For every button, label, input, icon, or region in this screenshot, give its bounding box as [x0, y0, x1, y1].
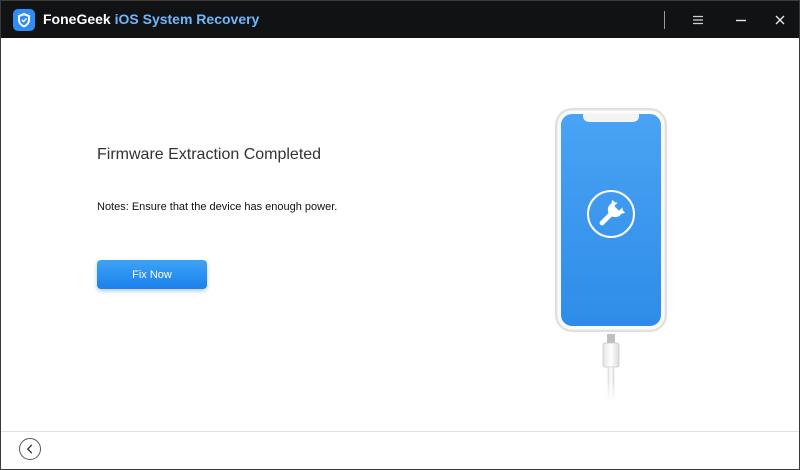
app-window: FoneGeek iOS System Recovery Firmware Ex…	[0, 0, 800, 470]
chevron-left-icon	[27, 444, 33, 454]
page-title: Firmware Extraction Completed	[97, 146, 322, 163]
app-title: FoneGeek iOS System Recovery	[43, 11, 259, 27]
title-bar: FoneGeek iOS System Recovery	[1, 1, 799, 38]
minimize-icon	[736, 19, 746, 22]
titlebar-separator	[664, 11, 665, 29]
power-notes: Notes: Ensure that the device has enough…	[97, 201, 338, 213]
footer-bar	[1, 431, 799, 469]
close-icon	[775, 15, 785, 25]
fix-now-button[interactable]: Fix Now	[97, 260, 207, 289]
main-content: Firmware Extraction Completed Notes: Ens…	[1, 38, 799, 431]
iphone-illustration	[551, 102, 671, 403]
app-title-product: iOS System Recovery	[114, 11, 260, 27]
menu-icon	[693, 15, 703, 25]
minimize-button[interactable]	[729, 8, 753, 32]
menu-button[interactable]	[686, 8, 710, 32]
app-title-brand: FoneGeek	[43, 11, 111, 27]
shield-icon	[13, 9, 35, 31]
back-button[interactable]	[19, 438, 41, 460]
close-button[interactable]	[768, 8, 792, 32]
